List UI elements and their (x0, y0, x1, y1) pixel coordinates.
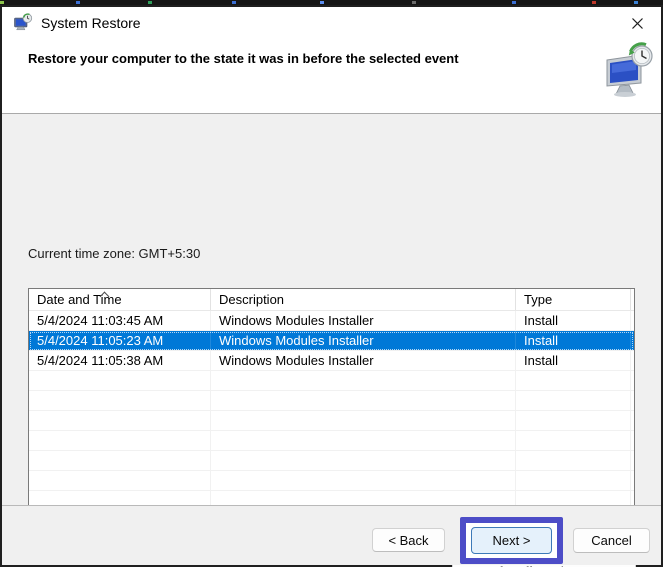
close-button[interactable] (621, 10, 653, 36)
footer-section: < Back Next > Cancel (2, 506, 661, 565)
close-icon (630, 16, 645, 31)
next-button[interactable]: Next > (471, 527, 552, 554)
desktop-pixel (320, 1, 324, 4)
desktop-pixel (232, 1, 236, 4)
restore-point-row[interactable]: 5/4/2024 11:05:38 AM Windows Modules Ins… (29, 351, 634, 371)
back-button[interactable]: < Back (372, 528, 445, 552)
restore-point-row-selected[interactable]: 5/4/2024 11:05:23 AM Windows Modules Ins… (29, 331, 634, 351)
restore-points-table: Date and Time Description Type 5/4/2024 … (28, 288, 635, 536)
system-restore-icon (14, 13, 33, 32)
column-header-date-and-time[interactable]: Date and Time (29, 289, 211, 310)
header-section: Restore your computer to the state it wa… (2, 38, 661, 114)
desktop-pixel (634, 1, 638, 4)
empty-table-row (29, 471, 634, 491)
column-header-label: Description (219, 292, 284, 307)
cell-type: Install (516, 311, 631, 330)
desktop-pixel (412, 1, 416, 4)
empty-table-row (29, 391, 634, 411)
column-header-description[interactable]: Description (211, 289, 516, 310)
cell-type: Install (516, 351, 631, 370)
cell-date-time: 5/4/2024 11:05:38 AM (29, 351, 211, 370)
title-bar: System Restore (2, 7, 661, 38)
empty-table-row (29, 411, 634, 431)
desktop-pixel (512, 1, 516, 4)
timezone-label: Current time zone: GMT+5:30 (28, 246, 200, 261)
desktop-pixel (592, 1, 596, 4)
column-header-label: Type (524, 292, 552, 307)
header-instruction: Restore your computer to the state it wa… (28, 51, 568, 66)
window-title: System Restore (41, 15, 141, 31)
table-header-row: Date and Time Description Type (29, 289, 634, 311)
cell-date-time: 5/4/2024 11:03:45 AM (29, 311, 211, 330)
desktop-pixel (148, 1, 152, 4)
empty-table-row (29, 451, 634, 471)
cell-type: Install (516, 331, 631, 350)
cell-description: Windows Modules Installer (211, 311, 516, 330)
cancel-button[interactable]: Cancel (573, 528, 650, 553)
empty-table-row (29, 371, 634, 391)
annotation-highlight-box: Next > (460, 517, 563, 564)
restore-point-row[interactable]: 5/4/2024 11:03:45 AM Windows Modules Ins… (29, 311, 634, 331)
desktop-pixel (76, 1, 80, 4)
system-restore-dialog: System Restore Restore your computer to … (0, 5, 663, 567)
cell-description: Windows Modules Installer (211, 351, 516, 370)
column-header-label: Date and Time (37, 292, 122, 307)
desktop-pixel (0, 1, 4, 4)
column-header-filler (631, 289, 634, 310)
cell-description: Windows Modules Installer (211, 331, 516, 350)
body-section: Current time zone: GMT+5:30 Date and Tim… (2, 114, 661, 505)
system-restore-large-icon (603, 42, 655, 98)
column-header-type[interactable]: Type (516, 289, 631, 310)
screenshot-root: System Restore Restore your computer to … (0, 0, 663, 567)
empty-table-row (29, 431, 634, 451)
cell-date-time: 5/4/2024 11:05:23 AM (29, 331, 211, 350)
